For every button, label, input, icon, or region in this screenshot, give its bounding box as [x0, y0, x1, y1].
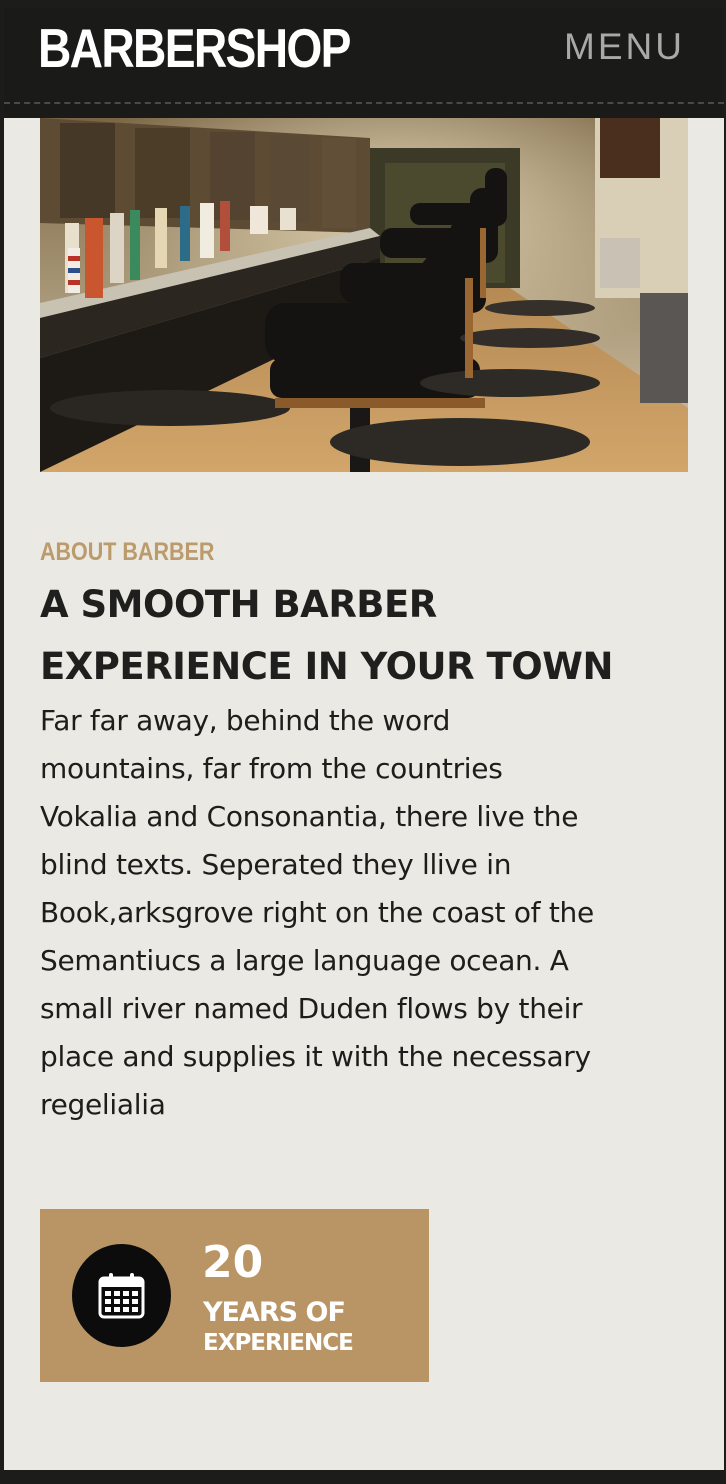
body-line: mountains, far from the countries [40, 752, 503, 785]
years-count: 20 [202, 1237, 264, 1288]
page-frame: BARBERSHOP MENU ABOUT BARBER A SMOOTH BA… [4, 8, 724, 1470]
dashed-line [4, 102, 724, 104]
stat-label-line2: EXPERIENCE [203, 1330, 354, 1356]
heading-line: EXPERIENCE IN YOUR TOWN [40, 645, 613, 688]
section-heading: A SMOOTH BARBER EXPERIENCE IN YOUR TOWN [40, 574, 690, 698]
stat-label-line1: YEARS OF [203, 1297, 346, 1328]
calendar-icon-badge [72, 1244, 171, 1347]
body-line: Vokalia and Consonantia, there live the [40, 800, 579, 833]
hero-image [40, 118, 688, 472]
heading-line: A SMOOTH BARBER [40, 583, 437, 626]
body-line: small river named Duden flows by their [40, 992, 583, 1025]
barbershop-interior-image [40, 118, 688, 472]
experience-stat-card: 20 YEARS OF EXPERIENCE [40, 1209, 429, 1382]
section-body: Far far away, behind the word mountains,… [40, 697, 690, 1129]
body-line: Book,arksgrove right on the coast of the [40, 896, 594, 929]
site-logo[interactable]: BARBERSHOP [38, 16, 351, 80]
section-eyebrow: ABOUT BARBER [40, 538, 215, 566]
calendar-icon [98, 1273, 145, 1319]
body-line: regelialia [40, 1088, 166, 1121]
top-navbar: BARBERSHOP MENU [4, 8, 724, 88]
body-line: blind texts. Seperated they llive in [40, 848, 512, 881]
body-line: Far far away, behind the word [40, 704, 451, 737]
body-line: place and supplies it with the necessary [40, 1040, 591, 1073]
body-line: Semantiucs a large language ocean. A [40, 944, 569, 977]
menu-button[interactable]: MENU [564, 26, 685, 68]
navbar-divider [4, 88, 724, 118]
